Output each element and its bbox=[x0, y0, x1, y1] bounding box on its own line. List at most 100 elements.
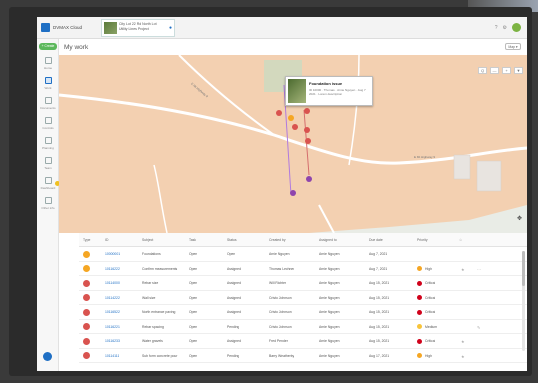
top-bar: DVMAX Cloud City Lot 22 Rd North Lot Uti… bbox=[37, 17, 527, 39]
map-marker[interactable] bbox=[290, 190, 296, 196]
popup-details: ID 10000 · Thomas · Arnie Nguyen · Aug 7… bbox=[309, 88, 366, 96]
type-icon bbox=[83, 323, 90, 330]
watch-icon[interactable]: ★ bbox=[461, 339, 465, 344]
row-priority: High bbox=[425, 266, 432, 271]
column-header-due-date[interactable]: Due date bbox=[369, 238, 383, 242]
priority-indicator bbox=[417, 280, 422, 286]
row-due-date: Aug 7, 2021 bbox=[369, 252, 388, 256]
home-icon bbox=[44, 57, 52, 64]
table-row[interactable]: 10116222 Confirm measurements Open Assig… bbox=[79, 262, 527, 276]
more-icon[interactable]: ⋯ bbox=[477, 267, 481, 272]
zoom-in-icon[interactable]: + bbox=[502, 67, 511, 74]
table-row[interactable]: 10000001 Foundations Open Open Arnie Ngu… bbox=[79, 247, 527, 262]
map-marker[interactable] bbox=[306, 176, 312, 182]
table-row[interactable]: 10114111 Sub form concrete pour Open Pen… bbox=[79, 349, 527, 363]
type-icon bbox=[83, 279, 90, 287]
priority-indicator bbox=[417, 309, 422, 315]
table-row[interactable]: 10114222 Wall size Open Assigned Cristo … bbox=[79, 291, 527, 305]
column-header-subject[interactable]: Subject bbox=[142, 238, 153, 242]
map-marker[interactable] bbox=[304, 127, 310, 133]
table-row[interactable]: 10116233 Water gravels Open Assigned Fre… bbox=[79, 334, 527, 349]
table-row[interactable]: 10114000 Rebar size Open Assigned Will R… bbox=[79, 276, 527, 291]
row-status: Assigned bbox=[227, 281, 241, 285]
column-header-status[interactable]: Status bbox=[227, 238, 237, 242]
map-popup[interactable]: Foundation issue ID 10000 · Thomas · Arn… bbox=[285, 76, 373, 106]
row-due-date: Aug 15, 2021 bbox=[369, 310, 390, 314]
sidebar-item-home[interactable]: Home bbox=[38, 55, 58, 73]
page-title: My work bbox=[64, 44, 89, 51]
sidebar-item-team[interactable]: Team bbox=[38, 155, 58, 173]
sidebar-item-controls[interactable]: Controls bbox=[38, 115, 58, 133]
project-pin-icon[interactable]: ● bbox=[169, 25, 172, 31]
type-icon bbox=[83, 250, 90, 258]
row-id[interactable]: 10000001 bbox=[105, 252, 120, 256]
map-view[interactable]: E Mt Highway 9 E Mt Highway 9 Foundation… bbox=[59, 55, 527, 233]
popup-thumbnail-icon bbox=[288, 79, 306, 103]
sidebar-item-label: Home bbox=[43, 66, 52, 70]
column-header-assigned-to[interactable]: Assigned to bbox=[319, 238, 337, 242]
map-search-icon[interactable]: Q bbox=[478, 67, 487, 74]
sidebar-item-label: Dashboard bbox=[40, 186, 56, 190]
row-status: Assigned bbox=[227, 310, 241, 314]
planning-icon bbox=[44, 137, 52, 144]
column-header-watch-icon[interactable]: ☆ bbox=[459, 238, 462, 242]
table-row[interactable]: 10116221 Rebar spacing Open Pending Cris… bbox=[79, 320, 527, 334]
column-header-id[interactable]: ID bbox=[105, 238, 108, 242]
type-icon bbox=[83, 265, 90, 272]
row-subject: Foundations bbox=[142, 252, 161, 256]
view-selector[interactable]: Map ▾ bbox=[505, 43, 521, 50]
row-id[interactable]: 10116522 bbox=[105, 310, 120, 314]
row-id[interactable]: 10114111 bbox=[105, 354, 119, 358]
table-scrollbar[interactable] bbox=[522, 251, 525, 351]
chat-help-icon[interactable] bbox=[43, 352, 52, 361]
zoom-out-icon[interactable]: — bbox=[490, 67, 499, 74]
work-icon bbox=[44, 77, 52, 84]
row-id[interactable]: 10116222 bbox=[105, 267, 120, 271]
row-created-by: Cristo Johnson bbox=[269, 310, 292, 314]
row-id[interactable]: 10116221 bbox=[105, 325, 120, 329]
compass-icon[interactable]: ✥ bbox=[517, 215, 522, 222]
project-tab[interactable]: City Lot 22 Rd North Lot Utility Lines P… bbox=[101, 19, 175, 37]
settings-icon[interactable]: ⚙ bbox=[503, 25, 507, 31]
sidebar-item-work[interactable]: Work bbox=[38, 75, 58, 93]
row-id[interactable]: 10114000 bbox=[105, 281, 120, 285]
controls-icon bbox=[44, 117, 52, 124]
table-row[interactable]: 10116522 North entrance paving Open Assi… bbox=[79, 305, 527, 320]
map-marker[interactable] bbox=[292, 124, 298, 130]
row-id[interactable]: 10116233 bbox=[105, 339, 120, 343]
create-button[interactable]: + Create bbox=[39, 43, 57, 50]
column-header-priority[interactable]: Priority bbox=[417, 238, 428, 242]
row-status: Assigned bbox=[227, 295, 241, 300]
map-marker[interactable] bbox=[305, 138, 311, 144]
avatar[interactable] bbox=[512, 23, 521, 32]
project-thumbnail-icon bbox=[104, 22, 117, 34]
map-marker[interactable] bbox=[288, 115, 294, 121]
filter-icon[interactable]: ▼ bbox=[514, 67, 523, 74]
watch-icon[interactable]: ★ bbox=[461, 354, 465, 359]
row-task: Open bbox=[189, 266, 198, 271]
map-marker[interactable] bbox=[276, 110, 282, 116]
row-assigned-to: Arnie Nguyen bbox=[319, 310, 340, 314]
row-due-date: Aug 7, 2021 bbox=[369, 266, 388, 271]
map-marker[interactable] bbox=[304, 108, 310, 114]
scrollbar-thumb[interactable] bbox=[522, 251, 525, 286]
sidebar-item-planning[interactable]: Planning bbox=[38, 135, 58, 153]
watch-icon[interactable]: ★ bbox=[461, 267, 465, 272]
row-priority: Critical bbox=[425, 339, 436, 343]
type-icon bbox=[83, 337, 90, 345]
row-task: Open bbox=[189, 339, 198, 343]
row-id[interactable]: 10114222 bbox=[105, 296, 120, 300]
row-status: Assigned bbox=[227, 266, 241, 271]
edit-icon[interactable]: ✎ bbox=[477, 325, 480, 330]
column-header-task[interactable]: Task bbox=[189, 238, 196, 242]
sidebar-item-other[interactable]: Other info bbox=[38, 195, 58, 213]
row-subject: North entrance paving bbox=[142, 310, 176, 314]
column-header-type[interactable]: Type bbox=[83, 238, 90, 242]
sidebar-item-label: Other info bbox=[41, 206, 55, 210]
help-icon[interactable]: ? bbox=[495, 25, 498, 31]
other-icon bbox=[44, 197, 52, 204]
sidebar-item-documents[interactable]: Documents bbox=[38, 95, 58, 113]
row-assigned-to: Arnie Nguyen bbox=[319, 295, 340, 300]
column-header-created-by[interactable]: Created by bbox=[269, 238, 286, 242]
row-due-date: Aug 17, 2021 bbox=[369, 353, 390, 358]
